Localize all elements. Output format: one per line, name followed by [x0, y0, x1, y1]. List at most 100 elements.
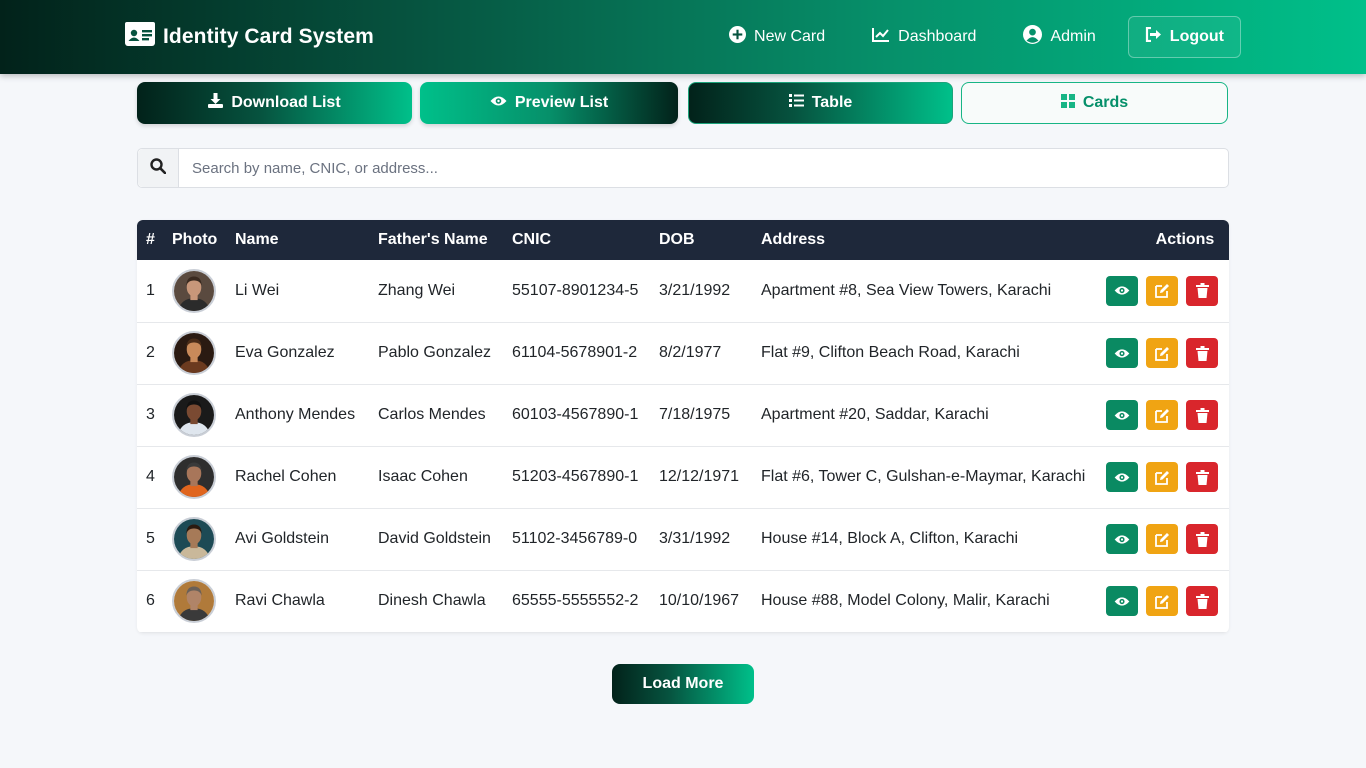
- edit-button[interactable]: [1146, 338, 1178, 368]
- trash-icon: [1195, 407, 1209, 423]
- row-cnic: 60103-4567890-1: [512, 406, 639, 423]
- plus-circle-icon: [729, 26, 747, 48]
- cards-view-label: Cards: [1082, 94, 1129, 111]
- avatar[interactable]: [172, 517, 216, 561]
- edit-button[interactable]: [1146, 462, 1178, 492]
- row-name: Avi Goldstein: [235, 530, 329, 547]
- view-button[interactable]: [1106, 524, 1138, 554]
- search-bar: [137, 148, 1229, 188]
- row-father-name: Carlos Mendes: [378, 406, 486, 423]
- row-cnic: 61104-5678901-2: [512, 344, 638, 361]
- row-number: 1: [146, 281, 155, 299]
- view-button[interactable]: [1106, 586, 1138, 616]
- row-number: 6: [146, 592, 155, 609]
- records-table: # Photo Name Father's Name CNIC DOB Addr…: [137, 220, 1229, 633]
- nav-admin-label: Admin: [1050, 28, 1096, 45]
- delete-button[interactable]: [1186, 524, 1218, 554]
- eye-icon: [1114, 410, 1130, 420]
- brand[interactable]: Identity Card System: [125, 22, 374, 51]
- edit-button[interactable]: [1146, 275, 1178, 306]
- header-address: Address: [761, 231, 826, 248]
- edit-icon: [1154, 346, 1169, 361]
- cards-view-button[interactable]: Cards: [961, 82, 1228, 124]
- table-row[interactable]: 6 Ravi Chawla Dinesh Chawla 65555-555555…: [137, 570, 1229, 632]
- edit-button[interactable]: [1146, 524, 1178, 554]
- header-photo: Photo: [172, 231, 218, 248]
- download-list-label: Download List: [231, 94, 341, 111]
- trash-icon: [1195, 593, 1209, 609]
- row-dob: 3/31/1992: [659, 530, 731, 547]
- edit-button[interactable]: [1146, 586, 1178, 616]
- view-button[interactable]: [1106, 462, 1138, 492]
- nav-dashboard[interactable]: Dashboard: [872, 16, 976, 58]
- nav-admin[interactable]: Admin: [1023, 16, 1096, 58]
- table-row[interactable]: 4 Rachel Cohen Isaac Cohen 51203-4567890…: [137, 446, 1229, 508]
- table-row[interactable]: 5 Avi Goldstein David Goldstein 51102-34…: [137, 508, 1229, 570]
- user-circle-icon: [1023, 25, 1043, 49]
- table-view-button[interactable]: Table: [688, 82, 953, 124]
- avatar[interactable]: [172, 579, 216, 623]
- nav-new-card[interactable]: New Card: [729, 16, 825, 58]
- view-toolbar: Download List Preview List Table Cards: [137, 82, 1229, 124]
- eye-icon: [490, 94, 507, 112]
- trash-icon: [1195, 469, 1209, 485]
- avatar[interactable]: [172, 455, 216, 499]
- table-row[interactable]: 3 Anthony Mendes Carlos Mendes 60103-456…: [137, 384, 1229, 446]
- row-name: Rachel Cohen: [235, 468, 337, 485]
- header-actions: Actions: [1155, 231, 1215, 248]
- load-more-button[interactable]: Load More: [612, 664, 754, 704]
- delete-button[interactable]: [1186, 462, 1218, 492]
- avatar[interactable]: [172, 268, 216, 313]
- eye-icon: [1114, 596, 1130, 606]
- table-row[interactable]: 2 Eva Gonzalez Pablo Gonzalez 61104-5678…: [137, 322, 1229, 384]
- avatar[interactable]: [172, 331, 216, 375]
- eye-icon: [1114, 472, 1130, 482]
- row-father-name: Dinesh Chawla: [378, 592, 486, 609]
- delete-button[interactable]: [1186, 338, 1218, 368]
- row-actions: [1101, 260, 1229, 322]
- view-button[interactable]: [1106, 400, 1138, 430]
- row-address: Apartment #8, Sea View Towers, Karachi: [761, 281, 1052, 299]
- delete-button[interactable]: [1186, 400, 1218, 430]
- table-body: 1 Li Wei Zhang Wei 55107-8901234-5 3/21/…: [137, 260, 1229, 632]
- nav-new-card-label: New Card: [754, 28, 826, 45]
- delete-button[interactable]: [1186, 275, 1218, 306]
- row-photo-cell: [172, 570, 235, 632]
- edit-button[interactable]: [1146, 400, 1178, 430]
- eye-icon: [1114, 286, 1130, 295]
- view-button[interactable]: [1106, 338, 1138, 368]
- row-father-name: Isaac Cohen: [378, 468, 468, 485]
- row-address: Apartment #20, Saddar, Karachi: [761, 406, 989, 423]
- row-address: Flat #9, Clifton Beach Road, Karachi: [761, 344, 1020, 361]
- row-actions: [1101, 508, 1229, 570]
- sign-out-icon: [1145, 26, 1162, 47]
- row-name: Ravi Chawla: [235, 592, 325, 609]
- row-address: Flat #6, Tower C, Gulshan-e-Maymar, Kara…: [761, 468, 1086, 485]
- app-title: Identity Card System: [163, 24, 374, 48]
- nav-links: New Card Dashboard Admin Logout: [729, 16, 1241, 58]
- table-row[interactable]: 1 Li Wei Zhang Wei 55107-8901234-5 3/21/…: [137, 260, 1229, 322]
- row-father-name: Zhang Wei: [378, 281, 456, 299]
- download-list-button[interactable]: Download List: [137, 82, 412, 124]
- trash-icon: [1195, 531, 1209, 547]
- trash-icon: [1195, 345, 1209, 361]
- avatar[interactable]: [172, 393, 216, 437]
- eye-icon: [1114, 534, 1130, 544]
- preview-list-button[interactable]: Preview List: [420, 82, 678, 124]
- row-dob: 8/2/1977: [659, 344, 722, 361]
- header-dob: DOB: [659, 231, 695, 248]
- download-icon: [208, 93, 224, 113]
- row-name: Li Wei: [235, 281, 280, 299]
- edit-icon: [1154, 470, 1169, 485]
- search-input[interactable]: [179, 149, 1228, 187]
- row-cnic: 55107-8901234-5: [512, 281, 639, 299]
- row-actions: [1101, 446, 1229, 508]
- row-address: House #14, Block A, Clifton, Karachi: [761, 530, 1019, 547]
- navbar: Identity Card System New Card Dashboard …: [0, 0, 1366, 74]
- delete-button[interactable]: [1186, 586, 1218, 616]
- edit-icon: [1154, 408, 1169, 423]
- row-photo-cell: [172, 260, 235, 322]
- logout-button[interactable]: Logout: [1127, 16, 1241, 58]
- view-button[interactable]: [1106, 275, 1138, 306]
- grid-icon: [1060, 93, 1075, 113]
